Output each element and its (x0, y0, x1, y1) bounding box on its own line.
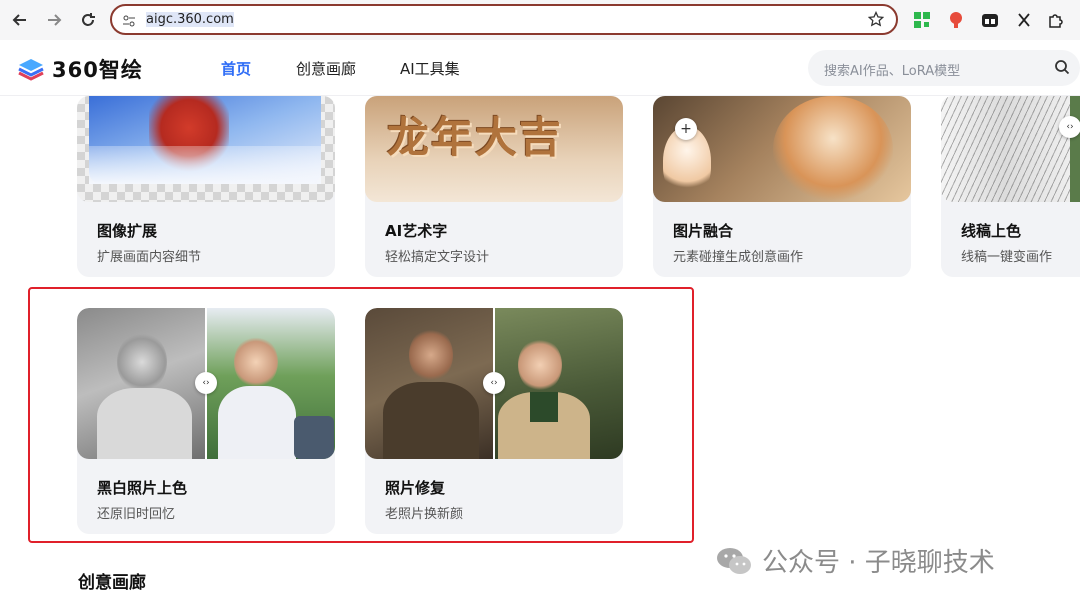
site-settings-icon[interactable] (122, 13, 136, 32)
search-icon[interactable] (1054, 59, 1070, 79)
compare-handle-icon[interactable]: ‹› (1059, 116, 1080, 138)
bookmark-star-icon[interactable] (867, 10, 885, 31)
wechat-icon (717, 547, 751, 574)
nav-gallery[interactable]: 创意画廊 (296, 58, 356, 79)
reload-icon[interactable] (76, 8, 100, 32)
back-arrow-icon[interactable] (8, 8, 32, 32)
highlight-box (28, 287, 694, 543)
card-desc: 轻松搞定文字设计 (385, 250, 490, 265)
extensions-puzzle-icon[interactable] (1046, 10, 1066, 30)
logo[interactable]: 360智绘 (18, 54, 143, 84)
card-title: AI艺术字 (385, 222, 448, 240)
translate-extension-icon[interactable] (946, 10, 966, 30)
nav-ai-tools[interactable]: AI工具集 (400, 58, 460, 79)
ai-art-text-sample: 龙年大吉 (387, 113, 564, 162)
lineart-thumbnail: ‹› (941, 96, 1080, 202)
card-desc: 元素碰撞生成创意画作 (673, 250, 804, 265)
tool-card-image-expand[interactable]: 图像扩展 扩展画面内容细节 (77, 96, 335, 277)
plus-icon[interactable]: + (675, 118, 697, 140)
scissors-extension-icon[interactable] (1014, 10, 1034, 30)
tool-card-lineart-color[interactable]: ‹› 线稿上色 线稿一键变画作 (941, 96, 1080, 277)
card-desc: 扩展画面内容细节 (97, 250, 202, 265)
card-title: 线稿上色 (961, 222, 1022, 240)
tab-manager-icon[interactable] (980, 10, 1000, 30)
card-title: 图像扩展 (97, 222, 158, 240)
search-input[interactable]: 搜索AI作品、LoRA模型 (808, 50, 1080, 86)
logo-layers-icon (18, 59, 44, 81)
card-desc: 线稿一键变画作 (961, 250, 1053, 265)
tool-card-image-fusion[interactable]: + 图片融合 元素碰撞生成创意画作 (653, 96, 911, 277)
watermark-text: 公众号 · 子晓聊技术 (762, 548, 995, 578)
watermark: 公众号 · 子晓聊技术 (716, 542, 995, 579)
ai-art-text-thumbnail: 龙年大吉 (365, 96, 623, 202)
url-text: aigc.360.com (146, 12, 234, 27)
app-header: 360智绘 首页 创意画廊 AI工具集 搜索AI作品、LoRA模型 (0, 40, 1080, 96)
card-title: 图片融合 (673, 222, 734, 240)
nav-home[interactable]: 首页 (221, 58, 251, 79)
image-expand-thumbnail (77, 96, 335, 202)
section-title: 创意画廊 (78, 573, 146, 593)
forward-arrow-icon[interactable] (42, 8, 66, 32)
qr-extension-icon[interactable] (912, 10, 932, 30)
tool-card-ai-art-text[interactable]: 龙年大吉 AI艺术字 轻松搞定文字设计 (365, 96, 623, 277)
browser-toolbar: aigc.360.com (0, 0, 1080, 40)
address-bar[interactable]: aigc.360.com (110, 4, 898, 35)
logo-text: 360智绘 (52, 58, 143, 82)
search-placeholder: 搜索AI作品、LoRA模型 (824, 64, 961, 79)
image-fusion-thumbnail: + (653, 96, 911, 202)
